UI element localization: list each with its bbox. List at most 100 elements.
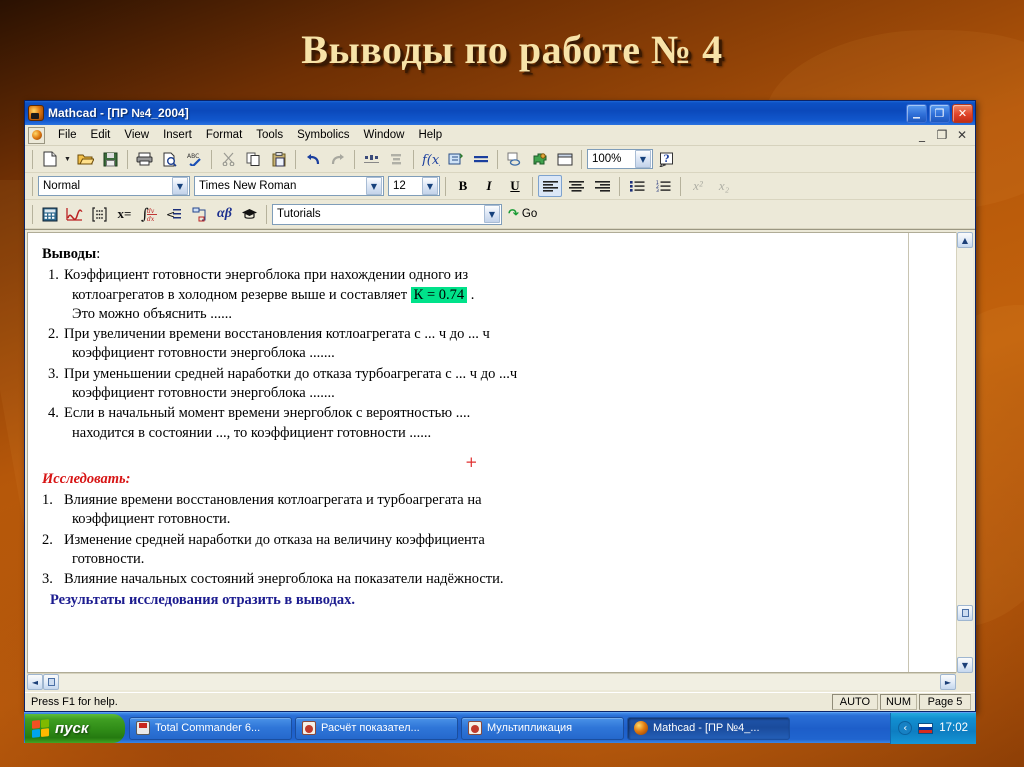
tray-clock[interactable]: 17:02 xyxy=(939,722,968,734)
minimize-button[interactable]: _ xyxy=(906,103,927,123)
document-system-icon[interactable] xyxy=(28,126,45,144)
menu-item-format[interactable]: Format xyxy=(199,127,249,143)
taskbar-item-label: Мультипликация xyxy=(487,722,573,734)
save-floppy-icon[interactable] xyxy=(99,148,122,170)
menu-bar: File Edit View Insert Format Tools Symbo… xyxy=(25,125,975,146)
taskbar-item-raschet[interactable]: Расчёт показател... xyxy=(295,716,458,740)
spell-check-icon[interactable]: ABC xyxy=(183,148,206,170)
print-preview-icon[interactable] xyxy=(158,148,181,170)
font-size-combo[interactable]: 12 ▼ xyxy=(388,176,440,196)
insert-area-icon[interactable] xyxy=(553,148,576,170)
calculate-equals-icon[interactable] xyxy=(469,148,492,170)
menu-item-window[interactable]: Window xyxy=(357,127,412,143)
new-dropdown-arrow[interactable]: ▼ xyxy=(63,156,72,163)
close-button[interactable]: ✕ xyxy=(952,103,973,123)
menu-item-file[interactable]: File xyxy=(51,127,84,143)
scroll-up-icon[interactable]: ▲ xyxy=(957,232,973,248)
chevron-down-icon[interactable]: ▼ xyxy=(635,150,651,168)
tray-expand-chevron-icon[interactable]: ‹ xyxy=(898,721,913,735)
align-down-icon[interactable] xyxy=(385,148,408,170)
italic-button[interactable]: I xyxy=(477,175,501,197)
copy-icon[interactable] xyxy=(242,148,265,170)
underline-button[interactable]: U xyxy=(503,175,527,197)
chevron-down-icon[interactable]: ▼ xyxy=(366,177,382,195)
print-icon[interactable] xyxy=(133,148,156,170)
list-item: 3. При уменьшении средней наработки до о… xyxy=(48,365,518,401)
close-icon: ✕ xyxy=(957,106,968,120)
help-question-icon[interactable]: ? xyxy=(655,148,678,170)
horizontal-scrollbar[interactable]: ◄ ► xyxy=(27,673,956,690)
component-wizard-icon[interactable] xyxy=(528,148,551,170)
zoom-combo[interactable]: 100% ▼ xyxy=(587,149,653,169)
taskbar-item-multiplikatsiya[interactable]: Мультипликация xyxy=(461,716,624,740)
matrix-toolbar-icon[interactable] xyxy=(88,203,111,225)
greek-toolbar-icon[interactable]: αβ xyxy=(213,203,236,225)
go-button[interactable]: ↷ Go xyxy=(504,207,541,222)
vertical-scrollbar[interactable]: ▲ ▼ xyxy=(956,232,973,673)
highlighted-result: К = 0.74 xyxy=(410,286,468,303)
evaluation-toolbar-icon[interactable]: x= xyxy=(113,203,136,225)
chevron-down-icon[interactable]: ▼ xyxy=(172,177,188,195)
vscroll-track-upper[interactable] xyxy=(957,248,973,605)
insert-hyperlink-icon[interactable] xyxy=(503,148,526,170)
vscroll-track-lower[interactable] xyxy=(957,621,973,657)
status-auto[interactable]: AUTO xyxy=(831,694,878,710)
open-folder-icon[interactable] xyxy=(74,148,97,170)
scrollbar-corner xyxy=(956,673,973,690)
graph-toolbar-icon[interactable] xyxy=(63,203,86,225)
style-combo[interactable]: Normal ▼ xyxy=(38,176,190,196)
programming-toolbar-icon[interactable] xyxy=(188,203,211,225)
scroll-left-icon[interactable]: ◄ xyxy=(27,674,43,690)
redo-icon[interactable] xyxy=(326,148,349,170)
paste-clipboard-icon[interactable] xyxy=(267,148,290,170)
restore-button[interactable]: ❐ xyxy=(929,103,950,123)
align-across-icon[interactable] xyxy=(360,148,383,170)
align-center-icon[interactable] xyxy=(564,175,588,197)
russian-flag-icon[interactable] xyxy=(918,722,934,734)
scroll-right-icon[interactable]: ► xyxy=(940,674,956,690)
superscript-button[interactable]: x² xyxy=(686,175,710,197)
calculator-toolbar-icon[interactable] xyxy=(38,203,61,225)
investigations-list: 1. Влияние времени восстановления котлоа… xyxy=(42,491,946,589)
taskbar-item-total-commander[interactable]: Total Commander 6... xyxy=(129,716,292,740)
symbolic-toolbar-icon[interactable] xyxy=(238,203,261,225)
chevron-down-icon[interactable]: ▼ xyxy=(422,177,438,195)
document-restore-icon[interactable]: ❐ xyxy=(935,128,949,142)
menu-item-edit[interactable]: Edit xyxy=(84,127,118,143)
vscroll-thumb[interactable] xyxy=(957,605,973,621)
menu-item-symbolics[interactable]: Symbolics xyxy=(290,127,356,143)
bullet-list-icon[interactable] xyxy=(625,175,649,197)
boolean-toolbar-icon[interactable]: < xyxy=(163,203,186,225)
insert-function-icon[interactable]: f(x) xyxy=(419,148,442,170)
menu-item-insert[interactable]: Insert xyxy=(156,127,199,143)
menu-item-help[interactable]: Help xyxy=(411,127,449,143)
align-right-icon[interactable] xyxy=(590,175,614,197)
window-title: Mathcad - [ПР №4_2004] xyxy=(48,106,189,120)
status-page: Page 5 xyxy=(919,694,971,710)
font-combo[interactable]: Times New Roman ▼ xyxy=(194,176,384,196)
chevron-down-icon[interactable]: ▼ xyxy=(484,205,500,223)
system-tray: ‹ 17:02 xyxy=(890,712,976,744)
document-close-icon[interactable]: ✕ xyxy=(955,128,969,142)
status-num: NUM xyxy=(879,694,917,710)
numbered-list-icon[interactable]: 123 xyxy=(651,175,675,197)
start-button[interactable]: пуск xyxy=(25,713,125,743)
subscript-button[interactable]: x₂ xyxy=(712,175,736,197)
taskbar-item-mathcad[interactable]: Mathcad - [ПР №4_... xyxy=(627,716,790,740)
menu-item-view[interactable]: View xyxy=(117,127,156,143)
menu-item-tools[interactable]: Tools xyxy=(249,127,290,143)
hscroll-thumb[interactable] xyxy=(43,674,59,690)
scroll-down-icon[interactable]: ▼ xyxy=(957,657,973,673)
insert-unit-icon[interactable] xyxy=(444,148,467,170)
resource-combo[interactable]: Tutorials ▼ xyxy=(272,203,502,225)
calculus-toolbar-icon[interactable]: ∫ dv dx xyxy=(138,203,161,225)
investigate-heading: Исследовать: xyxy=(42,470,131,487)
document-minimize-icon[interactable]: _ xyxy=(915,128,929,142)
svg-text:f(x): f(x) xyxy=(422,153,440,166)
align-left-icon[interactable] xyxy=(538,175,562,197)
new-document-icon[interactable] xyxy=(38,148,61,170)
undo-icon[interactable] xyxy=(301,148,324,170)
bold-button[interactable]: B xyxy=(451,175,475,197)
worksheet-page[interactable]: Выводы: 1. Коэффициент готовности энерго… xyxy=(27,232,956,673)
cut-scissors-icon[interactable] xyxy=(217,148,240,170)
